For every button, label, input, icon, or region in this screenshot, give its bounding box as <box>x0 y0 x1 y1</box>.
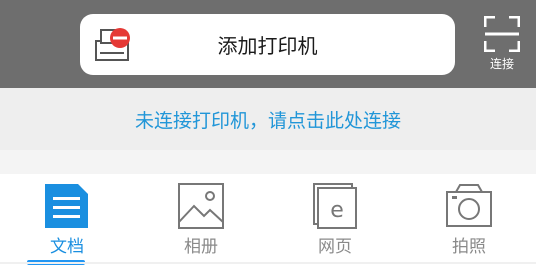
tab-web[interactable]: e 网页 <box>268 174 402 267</box>
printer-add-icon <box>95 26 133 64</box>
connect-scan-button[interactable]: 连接 <box>478 14 526 72</box>
bottom-divider <box>0 262 536 264</box>
tab-bar: 文档 相册 e 网页 拍照 <box>0 174 536 267</box>
tab-camera-label: 拍照 <box>452 237 486 257</box>
tab-album-label: 相册 <box>184 237 218 257</box>
add-printer-label: 添加打印机 <box>217 34 318 58</box>
document-icon <box>42 182 92 230</box>
svg-text:e: e <box>330 198 344 223</box>
tab-document[interactable]: 文档 <box>0 174 134 267</box>
connect-label: 连接 <box>489 57 514 71</box>
web-page-icon: e <box>310 182 360 230</box>
photo-album-icon <box>176 182 226 230</box>
camera-icon <box>444 182 494 230</box>
divider-strip <box>0 150 536 174</box>
add-printer-button[interactable]: 添加打印机 <box>80 14 455 75</box>
scan-frame-icon <box>483 15 521 56</box>
tab-album[interactable]: 相册 <box>134 174 268 267</box>
tab-document-label: 文档 <box>50 237 84 257</box>
notice-text: 未连接打印机，请点击此处连接 <box>134 109 401 132</box>
top-bar: 添加打印机 连接 <box>0 0 536 88</box>
tab-camera[interactable]: 拍照 <box>402 174 536 267</box>
tab-web-label: 网页 <box>318 237 352 257</box>
connect-printer-notice[interactable]: 未连接打印机，请点击此处连接 <box>0 88 536 150</box>
